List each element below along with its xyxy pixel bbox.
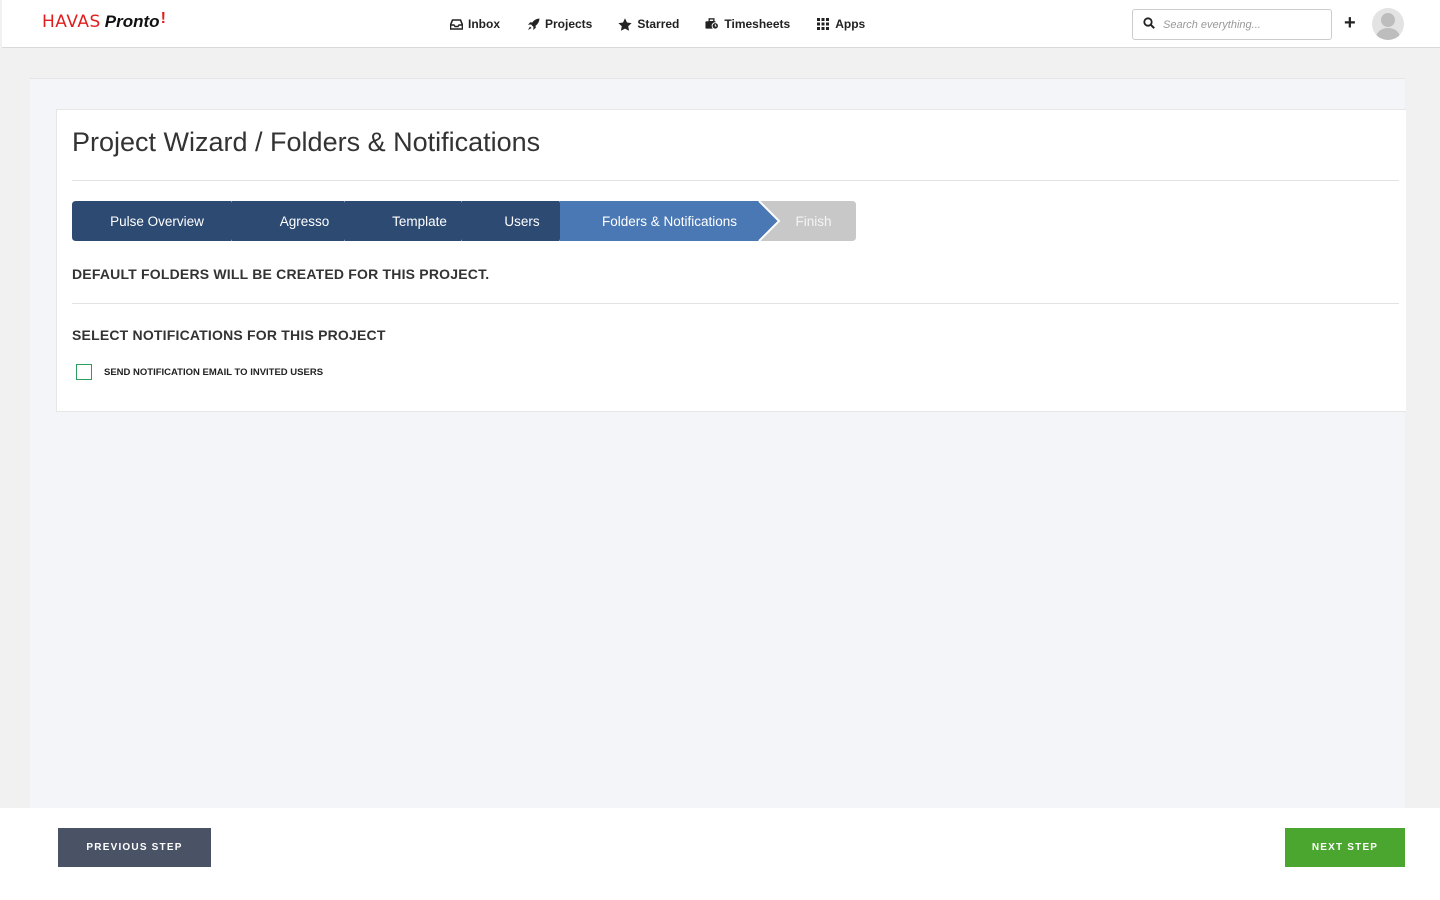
step-agresso[interactable]: Agresso — [232, 201, 365, 241]
nav-item-timesheets[interactable]: Timesheets — [705, 17, 790, 31]
step-label: Folders & Notifications — [601, 213, 738, 229]
main-content: Project Wizard / Folders & Notifications… — [30, 78, 1406, 808]
search-icon — [1143, 16, 1155, 34]
folders-note: DEFAULT FOLDERS WILL BE CREATED FOR THIS… — [72, 266, 490, 282]
timesheet-icon — [705, 17, 720, 31]
top-navigation-bar: HAVAS Pronto ! Inbox Projects Starred Ti… — [2, 0, 1440, 48]
step-label: Users — [504, 213, 540, 229]
step-pulse-overview[interactable]: Pulse Overview — [72, 201, 252, 241]
star-icon — [618, 17, 632, 31]
step-users[interactable]: Users — [462, 201, 580, 241]
nav-item-projects[interactable]: Projects — [526, 17, 592, 31]
nav-item-label: Apps — [835, 17, 866, 31]
step-template[interactable]: Template — [345, 201, 482, 241]
step-label: Template — [392, 213, 447, 229]
logo-bolt-mark: ! — [160, 10, 166, 27]
grid-icon — [816, 17, 830, 31]
logo-pronto-text: Pronto — [104, 12, 160, 31]
nav-item-label: Inbox — [468, 17, 500, 31]
section-divider — [72, 303, 1399, 304]
inbox-icon — [449, 17, 463, 31]
step-folders-notifications[interactable]: Folders & Notifications — [560, 201, 779, 241]
havas-pronto-logo[interactable]: HAVAS Pronto ! — [42, 10, 166, 36]
step-label: Agresso — [279, 213, 330, 229]
wizard-card: Project Wizard / Folders & Notifications… — [56, 109, 1406, 412]
nav-item-label: Timesheets — [724, 17, 791, 31]
nav-item-label: Starred — [637, 17, 680, 31]
nav-item-label: Projects — [545, 17, 593, 31]
logo-havas-text: HAVAS — [42, 12, 101, 32]
next-step-button[interactable]: NEXT STEP — [1285, 828, 1405, 867]
previous-step-button[interactable]: PREVIOUS STEP — [58, 828, 211, 867]
notify-invited-users-label[interactable]: SEND NOTIFICATION EMAIL TO INVITED USERS — [104, 367, 323, 378]
user-avatar[interactable] — [1372, 8, 1404, 40]
main-nav: Inbox Projects Starred Timesheets Apps — [449, 0, 891, 48]
nav-item-apps[interactable]: Apps — [816, 17, 865, 31]
wizard-steps: Pulse Overview Agresso Template Users Fo… — [72, 201, 856, 241]
step-label: Pulse Overview — [110, 213, 204, 229]
nav-item-starred[interactable]: Starred — [618, 17, 679, 31]
add-button[interactable]: + — [1344, 12, 1356, 34]
search-input[interactable] — [1163, 18, 1323, 31]
step-label: Finish — [795, 213, 832, 229]
avatar-silhouette-icon — [1375, 13, 1401, 40]
nav-item-inbox[interactable]: Inbox — [449, 17, 500, 31]
notify-invited-users-checkbox[interactable] — [76, 364, 92, 380]
wizard-footer: PREVIOUS STEP NEXT STEP — [0, 808, 1440, 900]
page-title: Project Wizard / Folders & Notifications — [72, 127, 541, 157]
step-finish[interactable]: Finish — [759, 201, 856, 241]
notification-option-row: SEND NOTIFICATION EMAIL TO INVITED USERS — [76, 364, 323, 380]
notifications-heading: SELECT NOTIFICATIONS FOR THIS PROJECT — [72, 327, 386, 343]
global-search — [1132, 9, 1332, 40]
rocket-icon — [526, 17, 540, 31]
title-divider — [72, 180, 1399, 181]
